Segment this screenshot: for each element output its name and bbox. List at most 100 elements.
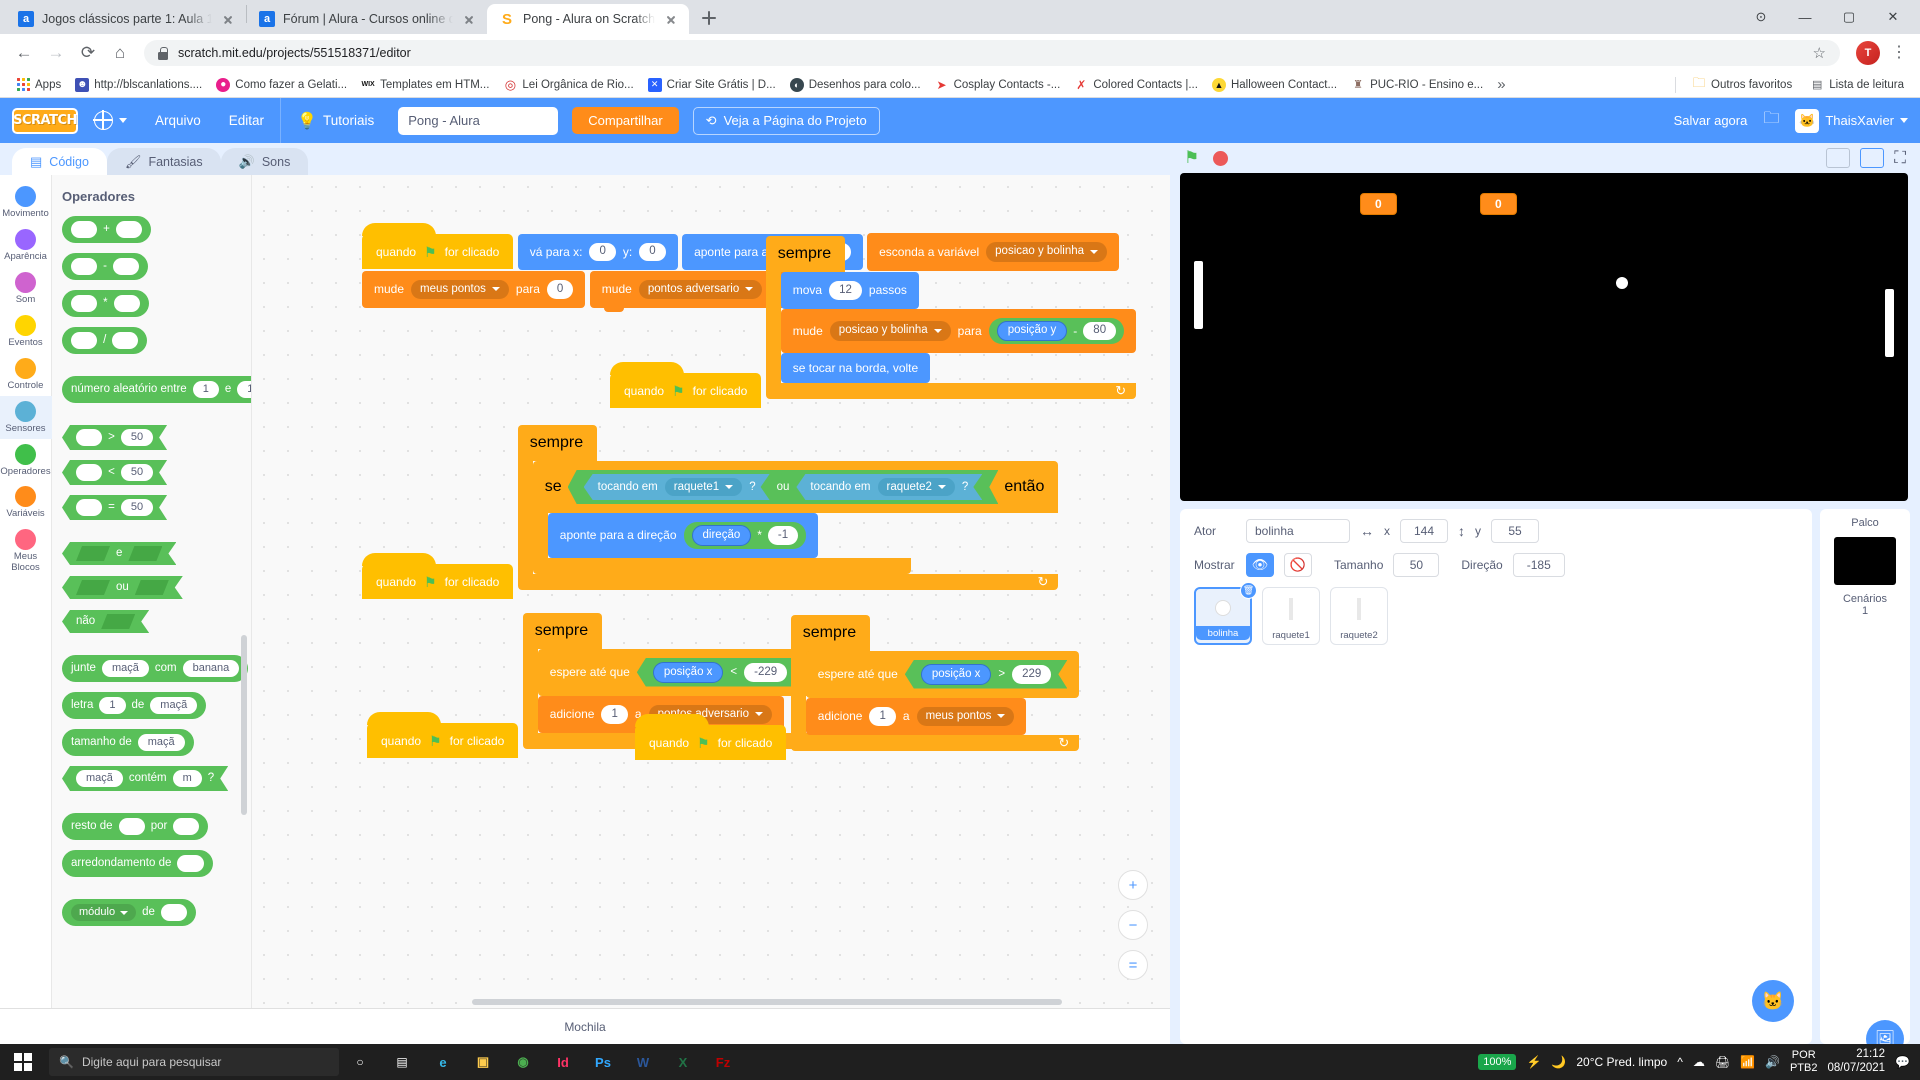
sprite-y-input[interactable]: 55: [1491, 519, 1539, 543]
category-variaveis[interactable]: Variáveis: [0, 481, 52, 524]
block-if-then[interactable]: se tocando em raquete1 ? ou tocando em r…: [532, 461, 1059, 574]
bool-slot-left[interactable]: [76, 580, 110, 595]
hat-block-when-flag-clicked[interactable]: quando ⚑ for clicado: [367, 712, 519, 758]
operand-right[interactable]: 50: [121, 464, 153, 481]
random-min[interactable]: 1: [192, 381, 219, 398]
hide-sprite-button[interactable]: 🚫: [1284, 553, 1312, 577]
tab-fantasias[interactable]: 🖌 Fantasias: [106, 148, 221, 175]
home-button[interactable]: ⌂: [106, 39, 134, 67]
contains-a[interactable]: maçã: [76, 770, 123, 787]
green-flag-button[interactable]: ⚑: [1184, 148, 1199, 168]
bookmark-item[interactable]: ✕ Criar Site Grátis | D...: [642, 75, 782, 95]
operand-right[interactable]: [112, 332, 139, 349]
palette-block-random[interactable]: número aleatório entre 1 e 10: [62, 376, 251, 403]
round-value[interactable]: [177, 855, 204, 872]
operand-right[interactable]: -1: [767, 526, 799, 545]
letter-index[interactable]: 1: [99, 697, 126, 714]
block-move-steps[interactable]: mova 12 passos: [780, 272, 919, 309]
cortana-icon[interactable]: ○: [339, 1044, 381, 1080]
account-menu[interactable]: 🐱 ThaisXavier: [1795, 108, 1908, 133]
amount-input[interactable]: 1: [869, 707, 896, 726]
operator-or-block[interactable]: tocando em raquete1 ? ou tocando em raqu…: [568, 470, 999, 504]
letter-string[interactable]: maçã: [150, 697, 198, 714]
block-change-variable[interactable]: adicione 1 a meus pontos: [805, 697, 1027, 735]
share-button[interactable]: Compartilhar: [572, 107, 679, 134]
amount-input[interactable]: 1: [601, 705, 628, 724]
scratch-logo[interactable]: SCRATCH: [12, 107, 78, 134]
palette-block-letter[interactable]: letra 1 de maçã: [62, 692, 251, 719]
operand-left[interactable]: [71, 295, 98, 312]
delete-icon[interactable]: 🗑: [1240, 582, 1257, 599]
language-selector[interactable]: [82, 98, 139, 143]
sprite-x-input[interactable]: 144: [1400, 519, 1448, 543]
operand-right[interactable]: [113, 295, 140, 312]
tab-close-icon[interactable]: [663, 11, 679, 27]
bool-slot-left[interactable]: [76, 546, 110, 561]
palette-block-add[interactable]: +: [62, 216, 251, 243]
filezilla-icon[interactable]: Fz: [703, 1044, 743, 1080]
palette-block-mathop[interactable]: módulo de: [62, 899, 251, 926]
bookmarks-overflow-button[interactable]: »: [1491, 76, 1511, 93]
browser-tab[interactable]: a Fórum | Alura - Cursos online de: [247, 4, 487, 34]
code-workspace[interactable]: quando ⚑ for clicado vá para x: 0 y: 0 a…: [252, 175, 1170, 1008]
category-sensores[interactable]: Sensores: [0, 395, 52, 439]
add-sprite-button[interactable]: 🐱: [1752, 980, 1794, 1022]
operand-right[interactable]: 229: [1012, 665, 1051, 684]
printer-icon[interactable]: 🖨: [1715, 1055, 1730, 1069]
bookmark-apps[interactable]: Apps: [10, 75, 67, 95]
menu-tutoriais[interactable]: 💡 Tutoriais: [285, 98, 386, 143]
chrome-icon[interactable]: ◉: [503, 1044, 543, 1080]
tab-close-icon[interactable]: [220, 11, 236, 27]
value-input[interactable]: 0: [546, 280, 574, 299]
sprite-card-bolinha[interactable]: 🗑 bolinha: [1194, 582, 1257, 645]
hat-block-when-flag-clicked[interactable]: quando ⚑ for clicado: [610, 362, 762, 408]
zoom-out-button[interactable]: −: [1118, 910, 1148, 940]
small-stage-button[interactable]: [1826, 148, 1851, 168]
mathop-value-input[interactable]: [160, 904, 187, 921]
forever-header[interactable]: sempre: [522, 613, 603, 649]
operand-left[interactable]: [76, 464, 102, 481]
palette-block-round[interactable]: arredondamento de: [62, 850, 251, 877]
language-indicator[interactable]: POR PTB2: [1790, 1049, 1818, 1075]
sensing-touching-2[interactable]: tocando em raquete2 ?: [796, 474, 982, 500]
touching-target-dropdown[interactable]: raquete1: [665, 478, 742, 496]
tab-codigo[interactable]: ▤ Código: [12, 148, 107, 175]
contains-b[interactable]: m: [173, 770, 202, 787]
bookmark-item[interactable]: ◐ Desenhos para colo...: [784, 75, 927, 95]
operator-multiply-block[interactable]: direção * -1: [683, 522, 807, 549]
sprite-direction-input[interactable]: -185: [1512, 553, 1565, 577]
bool-slot[interactable]: [101, 614, 135, 629]
project-page-button[interactable]: ⟲ Veja a Página do Projeto: [692, 106, 880, 135]
reporter-direction[interactable]: direção: [691, 525, 752, 546]
bookmark-star-icon[interactable]: ☆: [1813, 44, 1826, 62]
palette-block-subtract[interactable]: -: [62, 253, 251, 280]
menu-editar[interactable]: Editar: [217, 98, 276, 143]
large-stage-button[interactable]: [1860, 148, 1885, 168]
script-move[interactable]: quando ⚑ for clicado sempre mova 12 pass…: [610, 236, 1137, 408]
hat-block-when-flag-clicked[interactable]: quando ⚑ for clicado: [362, 222, 514, 269]
mathop-dropdown[interactable]: módulo: [71, 904, 137, 921]
sprite-size-input[interactable]: 50: [1393, 553, 1440, 577]
sprite-card-raquete1[interactable]: raquete1: [1262, 587, 1320, 645]
word-icon[interactable]: W: [623, 1044, 663, 1080]
operand-right[interactable]: [112, 258, 140, 275]
forward-button[interactable]: →: [42, 39, 70, 67]
category-movimento[interactable]: Movimento: [0, 181, 52, 224]
operand-left[interactable]: [71, 258, 98, 275]
mod-b[interactable]: [173, 818, 200, 835]
window-circle-icon[interactable]: ⊙: [1740, 4, 1782, 30]
palette-block-equals[interactable]: = 50: [62, 495, 251, 520]
menu-arquivo[interactable]: Arquivo: [143, 98, 213, 143]
hat-block-when-flag-clicked[interactable]: quando ⚑ for clicado: [362, 552, 514, 599]
bookmark-item[interactable]: ▲ Halloween Contact...: [1206, 75, 1343, 95]
bookmark-item[interactable]: ✗ Colored Contacts |...: [1068, 75, 1204, 95]
operand-left[interactable]: [71, 332, 98, 349]
bookmark-item[interactable]: ◎ Lei Orgânica de Rio...: [497, 75, 639, 95]
reload-button[interactable]: ⟳: [74, 39, 102, 67]
address-bar[interactable]: scratch.mit.edu/projects/551518371/edito…: [144, 40, 1840, 66]
palette-block-length[interactable]: tamanho de maçã: [62, 729, 251, 756]
chrome-menu-icon[interactable]: ⋮: [1888, 45, 1910, 61]
category-som[interactable]: Som: [0, 267, 52, 310]
operand-left[interactable]: [76, 429, 102, 446]
sprite-card-raquete2[interactable]: raquete2: [1330, 587, 1388, 645]
